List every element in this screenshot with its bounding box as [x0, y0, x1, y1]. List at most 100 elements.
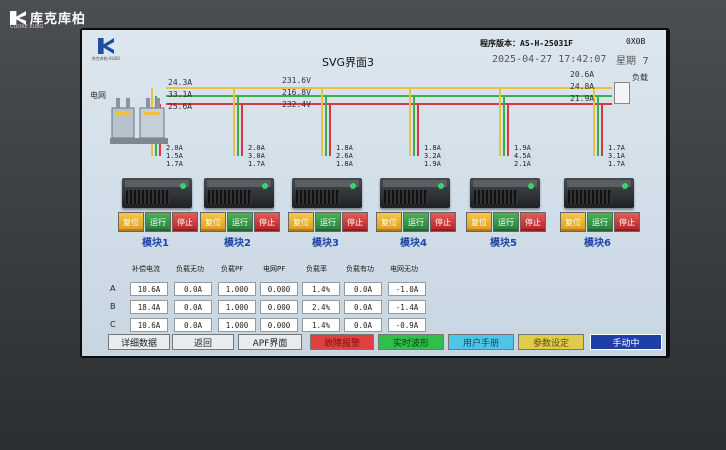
module-current-value: 1.7A [166, 160, 183, 168]
table-cell: 10.6A [130, 318, 168, 332]
apf-screen-button[interactable]: APF界面 [238, 334, 302, 350]
col-header-load-reactive: 负载无功 [176, 265, 204, 273]
module-vent [568, 190, 612, 204]
module-name: 模块5 [490, 238, 517, 249]
module-run-button[interactable]: 运行 [315, 212, 341, 232]
table-cell: 0.000 [260, 300, 298, 314]
table-cell: 10.6A [130, 282, 168, 296]
col-header-load-pf: 负载PF [221, 265, 244, 273]
load-current-b: 24.8A [570, 82, 595, 91]
table-cell: 1.4% [302, 318, 340, 332]
table-cell: 1.4% [302, 282, 340, 296]
user-manual-button[interactable]: 用户手册 [448, 334, 514, 350]
table-cell: 0.0A [344, 318, 382, 332]
module-current-value: 2.0A [248, 144, 265, 152]
module-name: 模块6 [584, 238, 611, 249]
module-current-value: 2.0A [166, 144, 183, 152]
table-cell: 0.0A [344, 282, 382, 296]
table-row-label: B [110, 302, 116, 311]
svg-module-unit [470, 178, 540, 208]
svg-module-unit [292, 178, 362, 208]
status-led-icon [622, 183, 628, 189]
fault-alarm-button[interactable]: 故障报警 [310, 334, 374, 350]
module-current-value: 1.5A [166, 152, 183, 160]
module-current-value: 1.9A [424, 160, 441, 168]
module-stop-button[interactable]: 停止 [520, 212, 546, 232]
col-header-grid-reactive: 电网无功 [390, 265, 418, 273]
table-cell: -0.9A [388, 318, 426, 332]
detail-data-button[interactable]: 详细数据 [108, 334, 170, 350]
module-current-value: 1.7A [608, 144, 625, 152]
back-button[interactable]: 返回 [172, 334, 234, 350]
col-header-load-active: 负载有功 [346, 265, 374, 273]
brand-tagline: COOKE KUBO [10, 24, 44, 30]
module-current-value: 3.2A [424, 152, 441, 160]
module-vent [296, 190, 340, 204]
module-current-value: 3.0A [248, 152, 265, 160]
grid-voltage-c: 232.4V [282, 100, 311, 109]
module-current-value: 1.7A [608, 160, 625, 168]
module-current-value: 4.5A [514, 152, 531, 160]
module-current-value: 1.9A [514, 144, 531, 152]
module-stop-button[interactable]: 停止 [254, 212, 280, 232]
grid-voltage-a: 231.6V [282, 76, 311, 85]
module-current-value: 1.7A [248, 160, 265, 168]
module-run-button[interactable]: 运行 [145, 212, 171, 232]
table-cell: 0.000 [260, 318, 298, 332]
module-run-button[interactable]: 运行 [227, 212, 253, 232]
module-current-value: 2.6A [336, 152, 353, 160]
transformer-icon [110, 98, 168, 144]
module-stop-button[interactable]: 停止 [614, 212, 640, 232]
module-current-value: 3.1A [608, 152, 625, 160]
module-vent [126, 190, 170, 204]
svg-module-unit [204, 178, 274, 208]
table-cell: 0.0A [344, 300, 382, 314]
status-led-icon [180, 183, 186, 189]
module-reset-button[interactable]: 复位 [200, 212, 226, 232]
module-currents: 1.8A 3.2A 1.9A [424, 144, 441, 168]
module-vent [384, 190, 428, 204]
brand-logo: 库克库柏 COOKE KUBO [10, 8, 120, 30]
grid-current-a: 24.3A [168, 78, 193, 87]
svg-module-unit [380, 178, 450, 208]
module-reset-button[interactable]: 复位 [118, 212, 144, 232]
module-currents: 1.8A 2.6A 1.8A [336, 144, 353, 168]
module-currents: 2.0A 3.0A 1.7A [248, 144, 265, 168]
module-current-value: 1.8A [424, 144, 441, 152]
table-cell: 0.000 [260, 282, 298, 296]
module-run-button[interactable]: 运行 [403, 212, 429, 232]
parameter-settings-button[interactable]: 参数设定 [518, 334, 584, 350]
module-reset-button[interactable]: 复位 [288, 212, 314, 232]
module-stop-button[interactable]: 停止 [342, 212, 368, 232]
module-current-value: 1.8A [336, 144, 353, 152]
col-header-comp-current: 补偿电流 [132, 265, 160, 273]
load-meter-icon [614, 82, 630, 104]
table-cell: 1.000 [218, 282, 256, 296]
table-cell: 2.4% [302, 300, 340, 314]
manual-mode-button[interactable]: 手动中 [590, 334, 662, 350]
grid-voltage-b: 216.8V [282, 88, 311, 97]
module-vent [474, 190, 518, 204]
svg-module-unit [122, 178, 192, 208]
module-reset-button[interactable]: 复位 [376, 212, 402, 232]
hmi-panel: 库克库柏 KUBO SVG界面3 程序版本：AS-H-25031F 0X0B 2… [82, 30, 666, 356]
svg-module-unit [564, 178, 634, 208]
load-current-c: 21.9A [570, 94, 595, 103]
brand-k-icon [10, 11, 26, 25]
status-led-icon [438, 183, 444, 189]
load-current-a: 20.6A [570, 70, 595, 79]
module-run-button[interactable]: 运行 [493, 212, 519, 232]
module-run-button[interactable]: 运行 [587, 212, 613, 232]
module-vent [208, 190, 252, 204]
table-cell: 0.0A [174, 282, 212, 296]
module-stop-button[interactable]: 停止 [172, 212, 198, 232]
module-drops [151, 88, 603, 156]
module-reset-button[interactable]: 复位 [560, 212, 586, 232]
module-current-value: 2.1A [514, 160, 531, 168]
realtime-waveform-button[interactable]: 实时波形 [378, 334, 444, 350]
table-cell: 0.0A [174, 318, 212, 332]
module-name: 模块2 [224, 238, 251, 249]
module-reset-button[interactable]: 复位 [466, 212, 492, 232]
module-stop-button[interactable]: 停止 [430, 212, 456, 232]
table-cell: 0.0A [174, 300, 212, 314]
